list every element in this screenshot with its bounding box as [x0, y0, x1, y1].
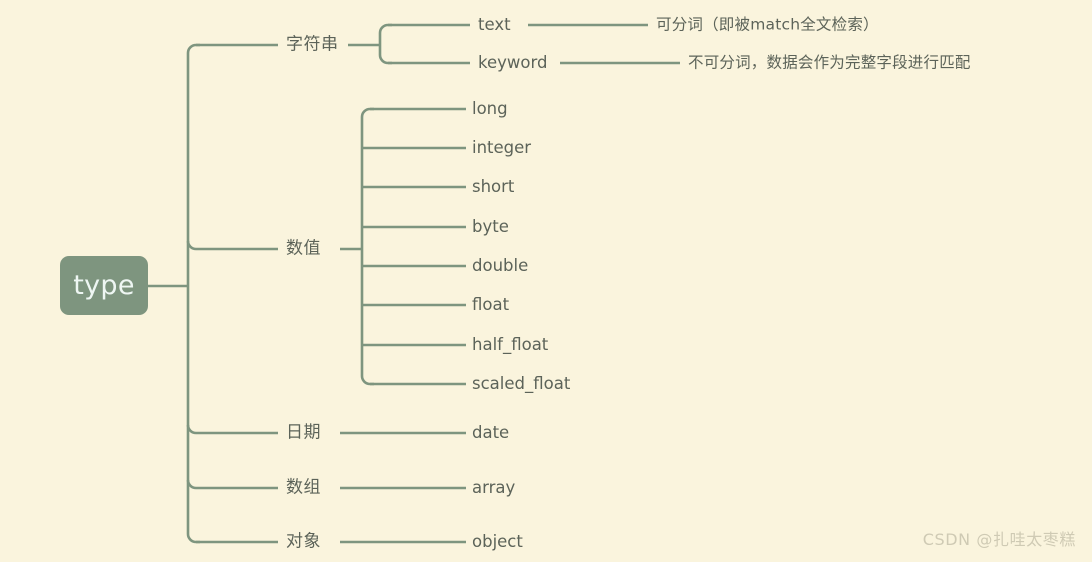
leaf-label-keyword[interactable]: keyword — [478, 54, 547, 72]
branch-label-string[interactable]: 字符串 — [286, 36, 339, 54]
leaf-label-date[interactable]: date — [472, 424, 509, 442]
leaf-label-double[interactable]: double — [472, 257, 528, 275]
watermark: CSDN @扎哇太枣糕 — [922, 530, 1076, 549]
root-node-label: type — [73, 270, 135, 301]
note-keyword: 不可分词，数据会作为完整字段进行匹配 — [688, 53, 971, 72]
leaf-label-array[interactable]: array — [472, 479, 515, 497]
leaf-label-float[interactable]: float — [472, 296, 509, 314]
branch-label-array[interactable]: 数组 — [286, 479, 321, 497]
leaf-label-byte[interactable]: byte — [472, 218, 509, 236]
mindmap-canvas: type 字符串 数值 日期 数组 对象 text keyword 可分词（即被… — [0, 0, 1092, 562]
branch-label-date[interactable]: 日期 — [286, 424, 321, 442]
root-node[interactable]: type — [60, 256, 148, 315]
leaf-label-text[interactable]: text — [478, 16, 511, 34]
numeric-sub-spine — [360, 107, 374, 386]
connector-lines — [148, 23, 680, 544]
branch-label-object[interactable]: 对象 — [286, 533, 321, 551]
string-sub-spine — [378, 23, 392, 65]
leaf-label-integer[interactable]: integer — [472, 139, 531, 157]
leaf-label-half-float[interactable]: half_float — [472, 336, 548, 354]
leaf-label-object[interactable]: object — [472, 533, 523, 551]
leaf-label-scaled-float[interactable]: scaled_float — [472, 375, 570, 393]
root-spine — [186, 43, 200, 544]
leaf-label-long[interactable]: long — [472, 100, 508, 118]
leaf-label-short[interactable]: short — [472, 178, 514, 196]
branch-label-numeric[interactable]: 数值 — [286, 240, 321, 258]
note-text: 可分词（即被match全文检索） — [656, 15, 879, 34]
